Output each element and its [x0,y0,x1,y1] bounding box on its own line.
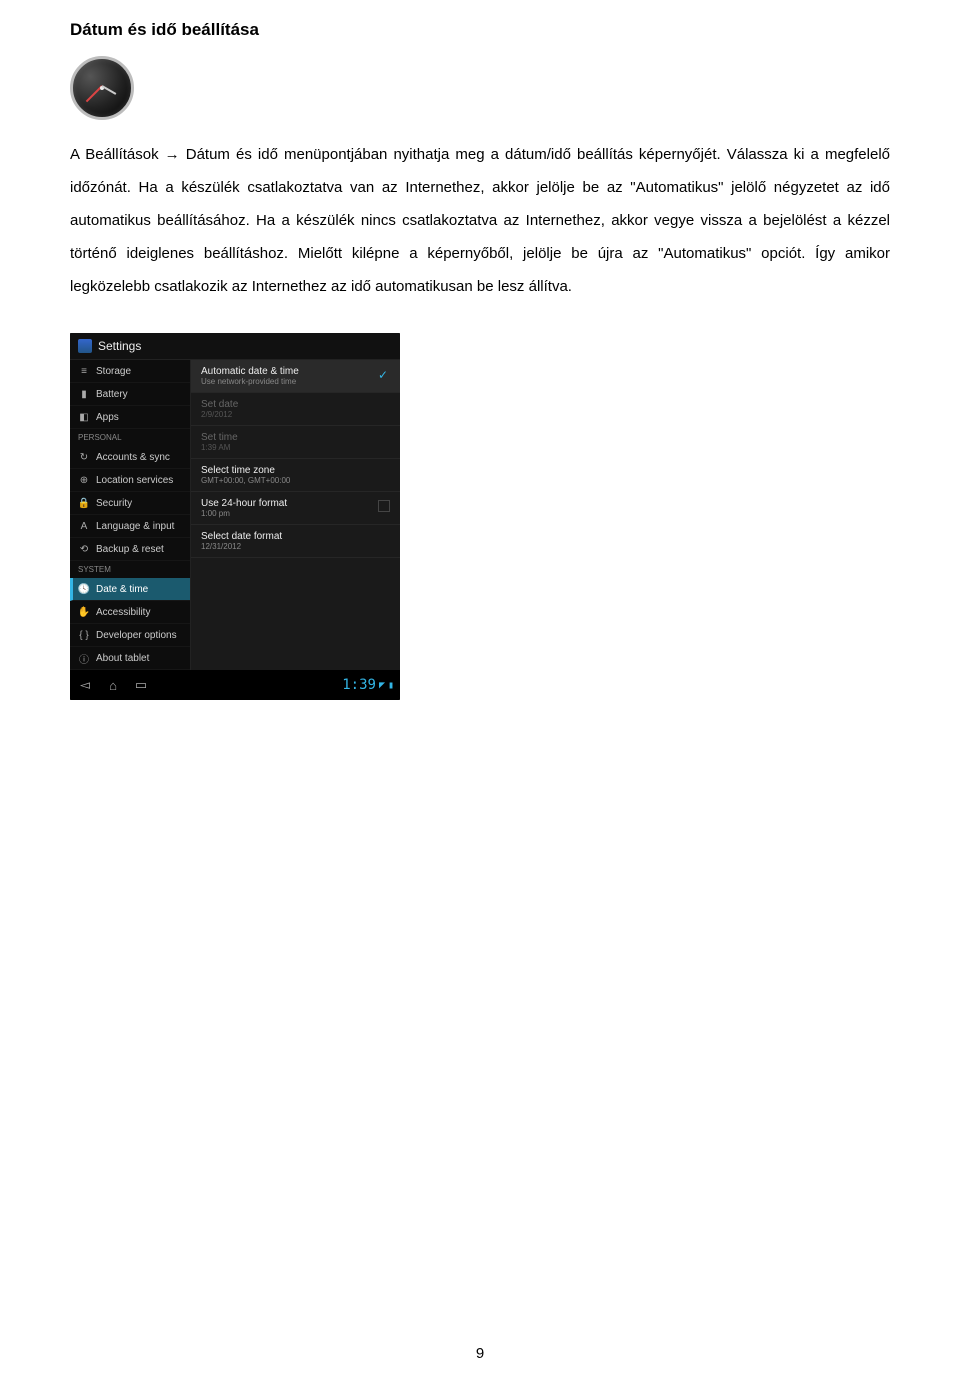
settings-sidebar: ≡ Storage ▮ Battery ◧ Apps PERSONAL ↻ Ac… [70,360,191,670]
panel-row-set-date[interactable]: Set date 2/9/2012 [191,393,400,426]
sidebar-item-label: Accounts & sync [96,452,170,463]
system-navbar: ◅ ⌂ ▭ 1:39 ◤ ▮ [70,670,400,700]
sidebar-item-label: Language & input [96,521,174,532]
panel-row-auto-datetime[interactable]: Automatic date & time Use network-provid… [191,360,400,393]
nav-back-icon[interactable]: ◅ [76,677,94,693]
clock-icon [70,56,134,120]
sidebar-item-storage[interactable]: ≡ Storage [70,360,190,383]
backup-icon: ⟲ [78,543,90,555]
panel-row-title: Automatic date & time [201,366,390,377]
wifi-icon: ◤ [379,680,385,691]
sidebar-item-accounts[interactable]: ↻ Accounts & sync [70,446,190,469]
panel-row-title: Use 24-hour format [201,498,390,509]
apps-icon: ◧ [78,411,90,423]
checkbox-empty-icon [378,500,390,512]
sidebar-item-about[interactable]: ⓘ About tablet [70,647,190,670]
sidebar-item-label: Date & time [96,584,148,595]
sidebar-item-apps[interactable]: ◧ Apps [70,406,190,429]
sidebar-item-label: About tablet [96,653,149,664]
accessibility-icon: ✋ [78,606,90,618]
sidebar-item-language[interactable]: A Language & input [70,515,190,538]
panel-row-sub: 1:39 AM [201,443,390,452]
panel-row-set-time[interactable]: Set time 1:39 AM [191,426,400,459]
storage-icon: ≡ [78,365,90,377]
sidebar-item-backup[interactable]: ⟲ Backup & reset [70,538,190,561]
sidebar-item-battery[interactable]: ▮ Battery [70,383,190,406]
panel-row-sub: 12/31/2012 [201,542,390,551]
sync-icon: ↻ [78,451,90,463]
clock-icon-small: 🕓 [78,583,90,595]
panel-row-24hour[interactable]: Use 24-hour format 1:00 pm [191,492,400,525]
body-paragraph: A Beállítások → Dátum és idő menüpontjáb… [70,138,890,303]
panel-row-sub: GMT+00:00, GMT+00:00 [201,476,390,485]
sidebar-item-developer[interactable]: { } Developer options [70,624,190,647]
nav-home-icon[interactable]: ⌂ [104,678,122,693]
navbar-time-text: 1:39 [342,677,376,693]
sidebar-item-label: Security [96,498,132,509]
clock-center-dot [100,86,104,90]
developer-icon: { } [78,629,90,641]
sidebar-section-personal: PERSONAL [70,429,190,446]
sidebar-item-label: Backup & reset [96,544,164,555]
language-icon: A [78,520,90,532]
sidebar-item-label: Accessibility [96,607,150,618]
panel-row-title: Set time [201,432,390,443]
sidebar-item-label: Apps [96,412,119,423]
page-number: 9 [0,1345,960,1362]
sidebar-item-location[interactable]: ⊕ Location services [70,469,190,492]
panel-row-date-format[interactable]: Select date format 12/31/2012 [191,525,400,558]
settings-panel: Automatic date & time Use network-provid… [191,360,400,670]
sidebar-item-label: Battery [96,389,128,400]
panel-row-title: Select time zone [201,465,390,476]
battery-status-icon: ▮ [388,680,394,691]
sidebar-item-label: Storage [96,366,131,377]
panel-row-timezone[interactable]: Select time zone GMT+00:00, GMT+00:00 [191,459,400,492]
lock-icon: 🔒 [78,497,90,509]
panel-row-sub: 1:00 pm [201,509,390,518]
navbar-clock: 1:39 ◤ ▮ [342,677,394,693]
panel-row-title: Select date format [201,531,390,542]
battery-icon: ▮ [78,388,90,400]
location-icon: ⊕ [78,474,90,486]
sidebar-section-system: SYSTEM [70,561,190,578]
settings-app-icon [78,339,92,353]
info-icon: ⓘ [78,652,90,664]
panel-row-sub: 2/9/2012 [201,410,390,419]
screenshot-header-title: Settings [98,339,141,353]
sidebar-item-date-time[interactable]: 🕓 Date & time [70,578,190,601]
panel-row-sub: Use network-provided time [201,377,390,386]
sidebar-item-accessibility[interactable]: ✋ Accessibility [70,601,190,624]
sidebar-item-label: Developer options [96,630,177,641]
checkmark-icon: ✓ [378,368,390,380]
page-heading: Dátum és idő beállítása [70,20,890,40]
nav-recent-icon[interactable]: ▭ [132,677,150,693]
android-settings-screenshot: Settings ≡ Storage ▮ Battery ◧ Apps PERS… [70,333,400,700]
screenshot-header: Settings [70,333,400,360]
panel-row-title: Set date [201,399,390,410]
sidebar-item-label: Location services [96,475,173,486]
sidebar-item-security[interactable]: 🔒 Security [70,492,190,515]
